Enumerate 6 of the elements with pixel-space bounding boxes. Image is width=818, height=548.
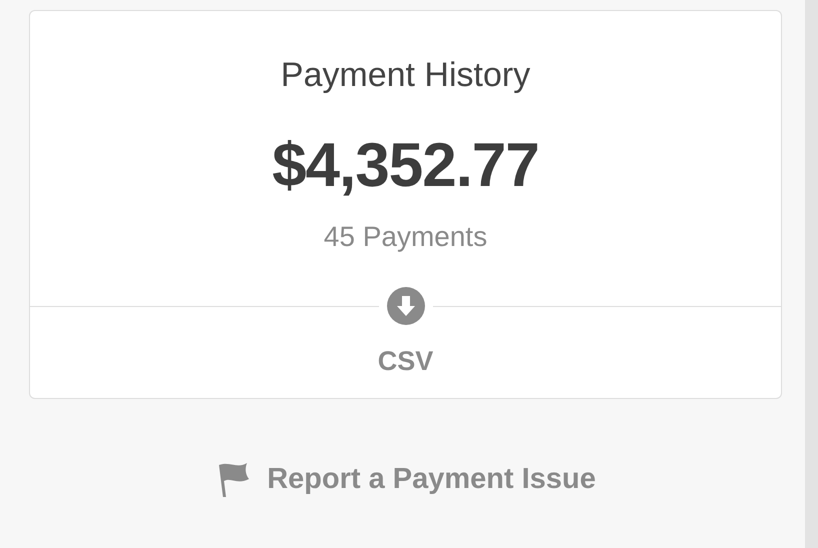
payment-count: 45 Payments [324,221,488,253]
csv-download-link[interactable]: CSV [378,345,434,377]
report-issue-link[interactable]: Report a Payment Issue [215,459,596,499]
payment-total: $4,352.77 [272,133,539,199]
download-icon[interactable] [386,287,424,325]
card-title: Payment History [280,55,530,95]
